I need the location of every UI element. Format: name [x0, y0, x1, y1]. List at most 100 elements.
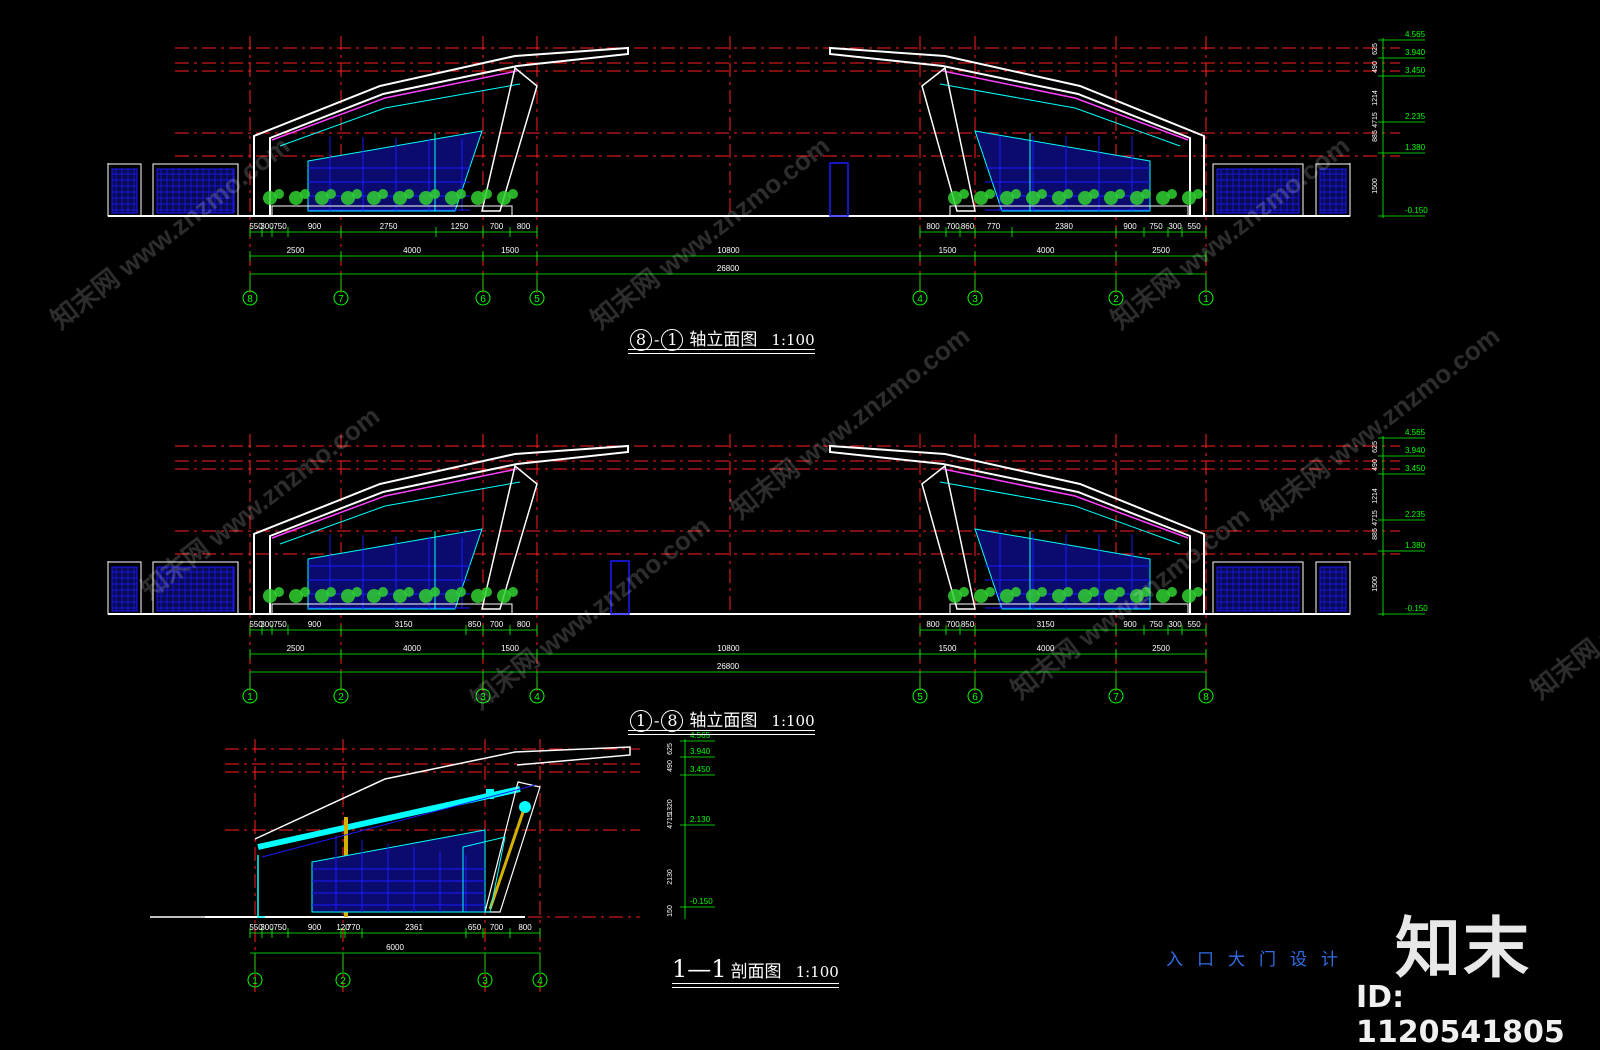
title-separator: -: [654, 711, 660, 730]
dim-label-row1: 300: [1168, 620, 1182, 629]
level-label: 3.450: [690, 765, 711, 774]
section-roof: [254, 746, 631, 840]
dim-label-row2: 10800: [717, 246, 740, 255]
axis-bubble-label: 8: [247, 294, 253, 305]
vertical-dim-label: 885: [1372, 130, 1379, 142]
dim-label-row1: 800: [518, 923, 532, 932]
dim-label-row1: 300: [1168, 222, 1182, 231]
dim-label-row1: 1250: [451, 222, 469, 231]
shrub: [326, 189, 336, 199]
axis-bubble-label: 2: [340, 976, 346, 987]
level-label: 1.380: [1405, 143, 1426, 152]
dim-label-row1: 770: [987, 222, 1001, 231]
section-group: 550300 750 900 120770 2361 650 700 80060001 2 3 44…: [150, 731, 715, 992]
shrub: [430, 189, 440, 199]
brand-logo: 知末: [1395, 910, 1531, 987]
title-underline: [628, 349, 815, 350]
shrub: [378, 189, 388, 199]
dim-label-row2: 4000: [403, 246, 421, 255]
vertical-dim-label: 150: [667, 905, 674, 917]
axis-bubble-label: 5: [534, 294, 540, 305]
shrub: [508, 189, 518, 199]
canopy-left-inner: [279, 481, 521, 545]
vertical-dim-label: 4715: [1372, 112, 1379, 128]
dim-label-row2: 4000: [1037, 246, 1055, 255]
shrub: [508, 587, 518, 597]
shrub: [959, 189, 969, 199]
dim-label-row1: 850: [961, 620, 975, 629]
title-name: 轴立面图: [689, 330, 758, 350]
section-title: 1—1 剖面图 1:100: [672, 955, 839, 988]
dim-label-row1: 800: [517, 620, 531, 629]
level-label: 2.130: [690, 815, 711, 824]
axis-bubble-label: 7: [338, 294, 344, 305]
shrub: [274, 587, 284, 597]
shrub: [300, 189, 310, 199]
axis-bubble-label: 6: [480, 294, 486, 305]
strut-right: [921, 66, 976, 212]
shrub: [352, 189, 362, 199]
dim-label-row1: 750: [1149, 620, 1163, 629]
dim-label-row1: 900: [308, 222, 322, 231]
shrub: [482, 587, 492, 597]
vertical-dim-label: 1214: [1372, 488, 1379, 504]
guard-booth: [829, 162, 849, 217]
dim-label-row1: 900: [308, 923, 322, 932]
shrub: [1193, 189, 1203, 199]
dim-label-row2: 10800: [717, 644, 740, 653]
shrub: [352, 587, 362, 597]
watermark-text: 知末网 www.znzmo.com: [465, 510, 715, 714]
shrub: [1011, 189, 1021, 199]
shrub: [274, 189, 284, 199]
axis-bubble-label: 1: [1203, 294, 1209, 305]
canopy-right-trim: [942, 70, 1189, 141]
dim-label-row1: 850: [468, 620, 482, 629]
level-label: 4.565: [1405, 30, 1426, 39]
dim-label-total: 6000: [386, 943, 404, 952]
title-separator: —: [687, 955, 712, 983]
vertical-dim-label: 2130: [667, 869, 674, 885]
dim-label-row1: 800: [926, 222, 940, 231]
dim-label-row1: 700: [490, 923, 504, 932]
level-label: 3.940: [1405, 446, 1426, 455]
axis-bubble-label: 4: [917, 294, 923, 305]
elevation-1-title: 8-1 轴立面图 1:100: [628, 325, 815, 354]
vertical-dim-label: 625: [1372, 43, 1379, 55]
vertical-dim-label: 4715: [1372, 510, 1379, 526]
dim-label-row2: 1500: [501, 246, 519, 255]
watermark-text: 知末网 www.znzmo.com: [1255, 320, 1505, 524]
shrub: [985, 587, 995, 597]
dim-label-row1: 2380: [1055, 222, 1073, 231]
axis-bubble-label: 7: [1113, 692, 1119, 703]
vertical-dim-label: 490: [1372, 459, 1379, 471]
dim-label-row2: 4000: [403, 644, 421, 653]
title-scale: 1:100: [771, 331, 815, 349]
title-underline-thin: [628, 353, 815, 354]
shrub: [1193, 587, 1203, 597]
vertical-dim-label: 1320: [667, 799, 674, 815]
dim-label-row1: 750: [273, 923, 287, 932]
dim-label-row2: 1500: [939, 246, 957, 255]
elevation-2-title: 1-8 轴立面图 1:100: [628, 706, 815, 735]
title-name: 剖面图: [730, 962, 782, 982]
axis-bubble-label: 1: [252, 976, 258, 987]
shrub: [1063, 587, 1073, 597]
axis-bubble-label: 2: [338, 692, 344, 703]
dim-label-row1: 700: [490, 222, 504, 231]
level-label: 3.940: [1405, 48, 1426, 57]
dim-label-row1: 300: [260, 620, 274, 629]
level-label: -0.150: [1405, 206, 1428, 215]
level-label: 4.565: [1405, 428, 1426, 437]
level-label: -0.150: [1405, 604, 1428, 613]
title-scale: 1:100: [771, 712, 815, 730]
title-axis-from: 8: [630, 329, 652, 351]
vertical-dim-label: 1214: [1372, 90, 1379, 106]
canopy-right-inner: [939, 83, 1181, 147]
axis-bubble-label: 6: [972, 692, 978, 703]
brand-id: ID: 1120541805: [1356, 980, 1565, 1050]
section-node: [519, 801, 531, 813]
axis-bubble-label: 3: [972, 294, 978, 305]
title-scale: 1:100: [795, 963, 839, 981]
shrub: [1011, 587, 1021, 597]
dim-label-row1: 2750: [380, 222, 398, 231]
